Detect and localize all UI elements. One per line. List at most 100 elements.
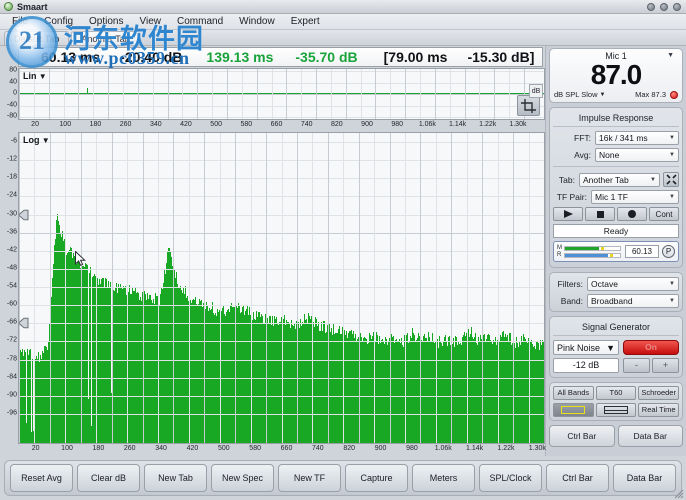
t60-button[interactable]: T60: [595, 386, 637, 400]
band-select[interactable]: Broadband ▼: [587, 294, 679, 308]
grid-line-vertical: [137, 69, 139, 119]
avg-label: Avg:: [574, 150, 591, 160]
x-tick: 180: [89, 121, 102, 128]
grid-line-vertical: [127, 133, 129, 443]
menu-item-config[interactable]: Config: [36, 16, 81, 27]
spl-weighting-label[interactable]: dB SPL Slow: [554, 90, 598, 99]
wrench-icon[interactable]: [663, 172, 679, 187]
y-tick: 40: [9, 78, 17, 85]
menu-item-file[interactable]: File: [4, 16, 36, 27]
grid-line-vertical: [157, 133, 159, 443]
new-spec-button[interactable]: New Spec: [211, 464, 274, 492]
meter-peak-r: [610, 253, 614, 257]
fft-select[interactable]: 16k / 341 ms ▼: [595, 131, 679, 145]
lin-chart-plot-area[interactable]: Lin ▼: [18, 68, 545, 120]
resize-grip-icon[interactable]: [672, 487, 684, 499]
divider: [553, 166, 679, 167]
menu-item-window[interactable]: Window: [231, 16, 283, 27]
avg-select[interactable]: None ▼: [595, 148, 679, 162]
x-tick: 820: [343, 445, 356, 452]
new-tab-button[interactable]: New Tab: [144, 464, 207, 492]
menu-item-options[interactable]: Options: [81, 16, 131, 27]
menu-item-expert[interactable]: Expert: [283, 16, 328, 27]
grid-line-vertical: [358, 133, 360, 443]
meter-label-r: R: [557, 252, 562, 258]
threshold-marker-2[interactable]: [19, 318, 29, 329]
lin-chart-x-axis: 20 100 180 260 340 420 500 580 660 740 820 900 980 1.…: [18, 120, 543, 132]
spl-source-chevron-down-icon[interactable]: ▼: [667, 52, 674, 59]
peak-button[interactable]: P: [662, 245, 675, 258]
zoom-crop-tool-icon[interactable]: [517, 95, 540, 116]
x-tick: 1.22k: [497, 445, 515, 452]
impulse-response-chart[interactable]: 80 40 0 -40 -80 Lin ▼ dB: [0, 67, 545, 120]
level-decrement-button[interactable]: -: [623, 358, 650, 373]
menu-item-view[interactable]: View: [132, 16, 170, 27]
tab-default-tab[interactable]: Default Tab: [4, 31, 70, 45]
grid-line-vertical: [182, 69, 184, 119]
schroeder-button[interactable]: Schroeder: [638, 386, 680, 400]
bandwidth-rect-icon[interactable]: [553, 403, 594, 417]
spl-weighting-chevron-down-icon[interactable]: ▼: [600, 92, 606, 98]
delay-value[interactable]: 60.13: [625, 245, 659, 258]
lin-scale-selector[interactable]: Lin ▼: [23, 71, 47, 81]
minimize-button[interactable]: [647, 3, 655, 11]
striped-rect-icon[interactable]: [595, 403, 637, 417]
reset-avg-button[interactable]: Reset Avg: [10, 464, 73, 492]
grid-line-vertical: [226, 69, 228, 119]
filters-chevron-down-icon: ▼: [669, 281, 675, 287]
menu-item-command[interactable]: Command: [169, 16, 231, 27]
threshold-marker-1[interactable]: [19, 209, 29, 220]
filters-value: Octave: [591, 279, 618, 289]
continuous-button[interactable]: Cont: [649, 207, 679, 221]
view-controls-panel: All Bands T60 Schroeder Real Time: [549, 382, 683, 421]
grid-line-vertical: [235, 133, 237, 443]
log-scale-selector[interactable]: Log ▼: [23, 135, 50, 145]
readout-time-1: 60.13 ms: [41, 49, 101, 65]
tab-another-tab[interactable]: Another Tab: [71, 31, 140, 45]
input-level-meters: M R 60.13 P: [553, 241, 679, 262]
x-tick: 980: [391, 121, 404, 128]
spl-overload-led-icon: [670, 90, 678, 99]
maximize-button[interactable]: [660, 3, 668, 11]
spectrum-chart[interactable]: -6 -12 -18 -24 -30 -36 -42 -48 -54 -60 -66 -72 -78 -8…: [0, 132, 545, 444]
tf-pair-value: Mic 1 TF: [595, 192, 628, 202]
x-tick: 660: [280, 445, 293, 452]
grid-line-vertical: [152, 69, 154, 119]
x-tick: 900: [361, 121, 373, 128]
clear-db-button[interactable]: Clear dB: [77, 464, 140, 492]
all-bands-button[interactable]: All Bands: [553, 386, 594, 400]
capture-button[interactable]: Capture: [345, 464, 408, 492]
meter-track-m: [564, 245, 621, 251]
real-time-button[interactable]: Real Time: [638, 403, 680, 417]
grid-line-vertical: [256, 69, 258, 119]
grid-line-vertical: [204, 133, 206, 443]
close-button[interactable]: [673, 3, 681, 11]
spl-clock-button[interactable]: SPL/Clock: [479, 464, 542, 492]
spectrum-plot-area[interactable]: Log ▼: [18, 132, 545, 444]
tab-select[interactable]: Another Tab ▼: [579, 172, 660, 187]
meters-button[interactable]: Meters: [412, 464, 475, 492]
stop-button[interactable]: [585, 207, 615, 221]
record-button[interactable]: [617, 207, 647, 221]
x-tick: 260: [123, 445, 136, 452]
x-tick: 20: [31, 445, 40, 452]
data-bar-button[interactable]: Data Bar: [613, 464, 676, 492]
x-tick: 1.14k: [448, 121, 467, 128]
ctrl-bar-toggle[interactable]: Ctrl Bar: [549, 425, 615, 447]
filters-select[interactable]: Octave ▼: [587, 277, 679, 291]
ctrl-bar-button[interactable]: Ctrl Bar: [546, 464, 609, 492]
x-tick: 1.30k: [509, 121, 527, 128]
level-increment-button[interactable]: +: [652, 358, 679, 373]
x-tick: 1.22k: [479, 121, 497, 128]
impulse-response-title: Impulse Response: [553, 111, 679, 127]
play-button[interactable]: [553, 207, 583, 221]
signal-level-value[interactable]: -12 dB: [553, 358, 619, 373]
grid-line-vertical: [513, 133, 515, 443]
readout-level-2: -35.70 dB: [295, 49, 358, 65]
tf-pair-select[interactable]: Mic 1 TF ▼: [591, 190, 679, 204]
new-tf-button[interactable]: New TF: [278, 464, 341, 492]
x-tick: 340: [149, 121, 162, 128]
signal-source-select[interactable]: Pink Noise ▼: [553, 340, 619, 355]
data-bar-toggle[interactable]: Data Bar: [617, 425, 683, 447]
generator-on-button[interactable]: On: [623, 340, 679, 355]
